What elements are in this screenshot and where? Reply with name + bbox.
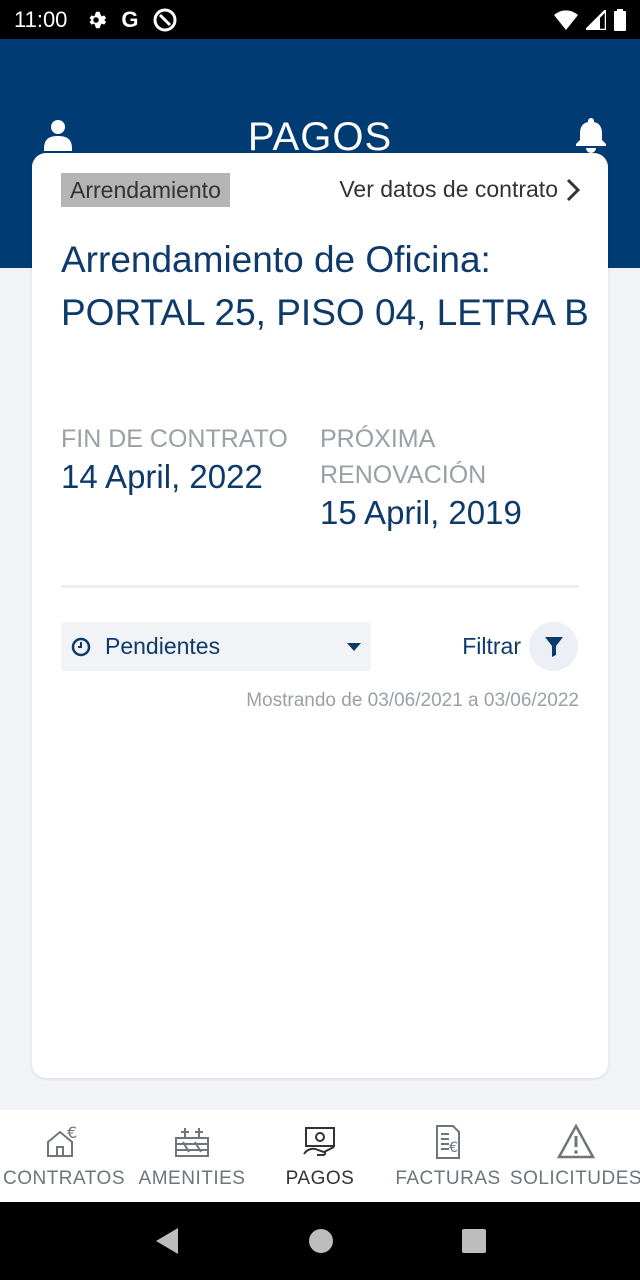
filter-button[interactable]: [529, 622, 578, 671]
nav-label-amenities: AMENITIES: [138, 1168, 246, 1189]
bottom-nav: € CONTRATOS AMENITIES PAGOS € FACTURAS S…: [0, 1110, 640, 1202]
next-renewal-value: 15 April, 2019: [320, 494, 522, 531]
back-icon[interactable]: [154, 1226, 180, 1256]
status-dropdown-value: Pendientes: [105, 633, 221, 659]
signal-icon: [586, 9, 606, 30]
bell-icon[interactable]: [574, 117, 608, 153]
caret-down-icon: [347, 642, 361, 651]
system-nav-bar: [0, 1202, 640, 1280]
status-icons-left: G: [85, 6, 177, 32]
payments-icon: [303, 1127, 335, 1156]
invoice-euro-icon: €: [436, 1125, 460, 1159]
contract-type-tag: Arrendamiento: [61, 173, 230, 207]
nav-item-contratos[interactable]: € CONTRATOS: [0, 1110, 128, 1202]
status-icons-right: [554, 8, 626, 31]
end-of-contract-block: FIN DE CONTRATO 14 April, 2022: [61, 421, 311, 497]
nav-item-pagos[interactable]: PAGOS: [256, 1110, 384, 1202]
battery-icon: [614, 8, 626, 31]
status-bar: 11:00 G: [0, 0, 640, 39]
nav-item-amenities[interactable]: AMENITIES: [128, 1110, 256, 1202]
nav-label-contratos: CONTRATOS: [2, 1168, 126, 1189]
recents-icon[interactable]: [462, 1229, 486, 1253]
next-renewal-block: PRÓXIMA RENOVACIÓN 15 April, 2019: [320, 421, 580, 533]
nav-item-solicitudes[interactable]: SOLICITUDES: [509, 1110, 640, 1202]
filter-label[interactable]: Filtrar: [462, 633, 521, 660]
home-icon[interactable]: [308, 1228, 334, 1254]
nav-label-facturas: FACTURAS: [395, 1168, 501, 1189]
status-dropdown[interactable]: Pendientes: [61, 622, 371, 671]
status-time: 11:00: [14, 6, 68, 32]
funnel-icon: [544, 636, 563, 657]
contract-house-euro-icon: €: [47, 1124, 77, 1157]
at-sign-icon: [153, 8, 177, 31]
clock-icon: [71, 637, 91, 656]
end-of-contract-label: FIN DE CONTRATO: [61, 425, 288, 453]
date-range-text: Mostrando de 03/06/2021 a 03/06/2022: [246, 690, 579, 711]
nav-label-pagos: PAGOS: [285, 1168, 355, 1189]
google-g-icon: G: [121, 6, 139, 32]
svg-text:€: €: [67, 1124, 77, 1142]
nav-label-solicitudes: SOLICITUDES: [509, 1168, 640, 1189]
settings-icon: [90, 11, 107, 28]
view-contract-label: Ver datos de contrato: [339, 176, 558, 202]
nav-item-facturas[interactable]: € FACTURAS: [384, 1110, 512, 1202]
wifi-icon: [554, 9, 578, 30]
svg-text:€: €: [449, 1140, 458, 1156]
contract-card: Arrendamiento Ver datos de contrato Arre…: [32, 153, 608, 1078]
next-renewal-label: PRÓXIMA RENOVACIÓN: [320, 425, 487, 489]
warning-icon: [557, 1124, 595, 1159]
divider: [61, 585, 579, 588]
contract-title: Arrendamiento de Oficina: PORTAL 25, PIS…: [61, 239, 589, 333]
end-of-contract-value: 14 April, 2022: [61, 458, 263, 495]
chevron-right-icon: [566, 178, 580, 201]
amenities-icon: [175, 1128, 209, 1157]
view-contract-link[interactable]: Ver datos de contrato: [339, 176, 580, 203]
